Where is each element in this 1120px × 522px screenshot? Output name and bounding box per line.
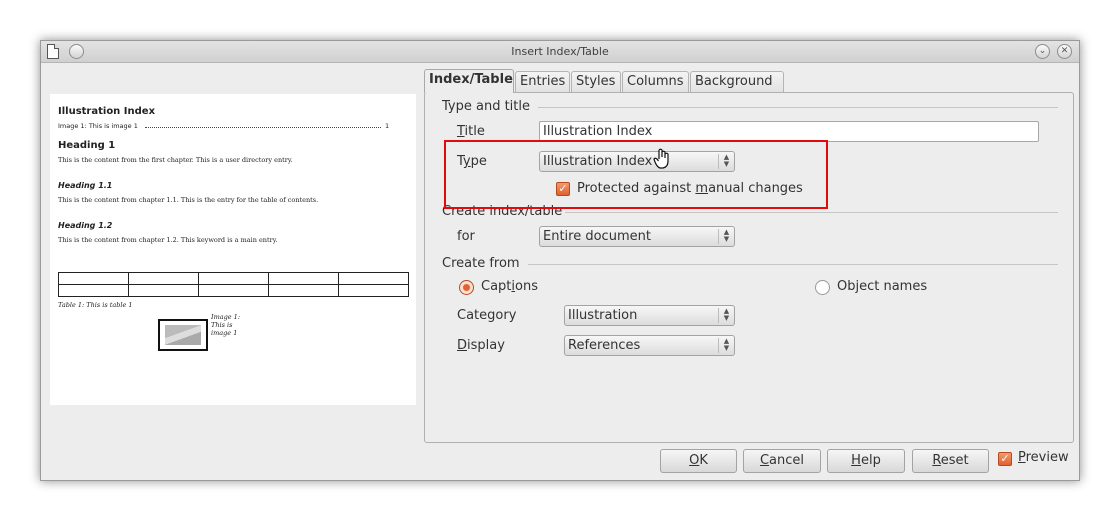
preview-index-entry: Image 1: This is image 1 bbox=[58, 122, 138, 130]
captions-label: Captions bbox=[481, 279, 538, 294]
ok-button[interactable]: OK bbox=[660, 449, 737, 473]
for-label: for bbox=[457, 229, 475, 244]
preview-entry-page: 1 bbox=[385, 122, 390, 130]
spin-arrows-icon: ▲ ▼ bbox=[718, 154, 734, 169]
category-label: Category bbox=[457, 308, 517, 323]
protected-checkbox[interactable]: ✓ bbox=[556, 182, 570, 196]
preview-image-caption: Image 1: This is image 1 bbox=[211, 313, 241, 337]
group-separator bbox=[538, 107, 1058, 108]
preview-table bbox=[58, 272, 409, 297]
tab-entries[interactable]: Entries bbox=[515, 71, 570, 92]
type-and-title-heading: Type and title bbox=[442, 99, 530, 114]
cancel-button[interactable]: Cancel bbox=[743, 449, 821, 473]
preview-text-1-2: This is the content from chapter 1.2. Th… bbox=[58, 236, 278, 244]
preview-label: Preview bbox=[1018, 450, 1069, 465]
protected-label: Protected against manual changes bbox=[577, 181, 803, 196]
insert-index-dialog: Insert Index/Table ⌄ ✕ Illustration Inde… bbox=[40, 40, 1080, 481]
spin-arrows-icon: ▲ ▼ bbox=[718, 229, 734, 244]
tab-background[interactable]: Background bbox=[690, 71, 784, 92]
index-preview: Illustration Index Image 1: This is imag… bbox=[50, 94, 416, 405]
captions-radio[interactable] bbox=[459, 280, 474, 295]
preview-image bbox=[158, 319, 208, 351]
title-label: Title bbox=[457, 124, 485, 139]
hand-cursor-icon bbox=[653, 148, 669, 169]
type-select[interactable]: Illustration Index ▲ ▼ bbox=[539, 151, 735, 172]
type-label: Type bbox=[457, 154, 487, 169]
tab-styles[interactable]: Styles bbox=[571, 71, 621, 92]
preview-text-1-1: This is the content from chapter 1.1. Th… bbox=[58, 196, 319, 204]
preview-heading-1-1: Heading 1.1 bbox=[58, 181, 113, 190]
create-index-heading: Create index/table bbox=[442, 204, 563, 219]
object-names-label: Object names bbox=[837, 279, 928, 294]
object-names-radio[interactable] bbox=[815, 280, 830, 295]
for-select[interactable]: Entire document ▲ ▼ bbox=[539, 226, 735, 247]
preview-index-heading: Illustration Index bbox=[58, 106, 156, 117]
title-input[interactable]: Illustration Index bbox=[539, 121, 1039, 142]
reset-button[interactable]: Reset bbox=[912, 449, 989, 473]
preview-checkbox[interactable]: ✓ bbox=[998, 452, 1012, 466]
group-separator bbox=[528, 264, 1058, 265]
preview-leader-dots bbox=[145, 127, 381, 128]
preview-table-caption: Table 1: This is table 1 bbox=[58, 301, 133, 309]
category-select[interactable]: Illustration ▲ ▼ bbox=[564, 305, 735, 326]
tab-columns[interactable]: Columns bbox=[622, 71, 689, 92]
display-select[interactable]: References ▲ ▼ bbox=[564, 335, 735, 356]
preview-heading-1: Heading 1 bbox=[58, 140, 116, 151]
window-title: Insert Index/Table bbox=[511, 45, 609, 58]
preview-text-1: This is the content from the first chapt… bbox=[58, 156, 293, 164]
display-label: Display bbox=[457, 338, 505, 353]
group-separator bbox=[565, 212, 1058, 213]
spin-arrows-icon: ▲ ▼ bbox=[718, 338, 734, 353]
spin-arrows-icon: ▲ ▼ bbox=[718, 308, 734, 323]
preview-heading-1-2: Heading 1.2 bbox=[58, 221, 113, 230]
close-icon[interactable]: ✕ bbox=[1057, 44, 1072, 59]
tab-index-table[interactable]: Index/Table bbox=[424, 69, 514, 93]
minimize-icon[interactable]: ⌄ bbox=[1035, 44, 1050, 59]
create-from-heading: Create from bbox=[442, 256, 520, 271]
help-button[interactable]: Help bbox=[827, 449, 905, 473]
title-bar: Insert Index/Table ⌄ ✕ bbox=[41, 41, 1079, 63]
index-table-panel: Type and title Title Illustration Index … bbox=[424, 92, 1074, 443]
